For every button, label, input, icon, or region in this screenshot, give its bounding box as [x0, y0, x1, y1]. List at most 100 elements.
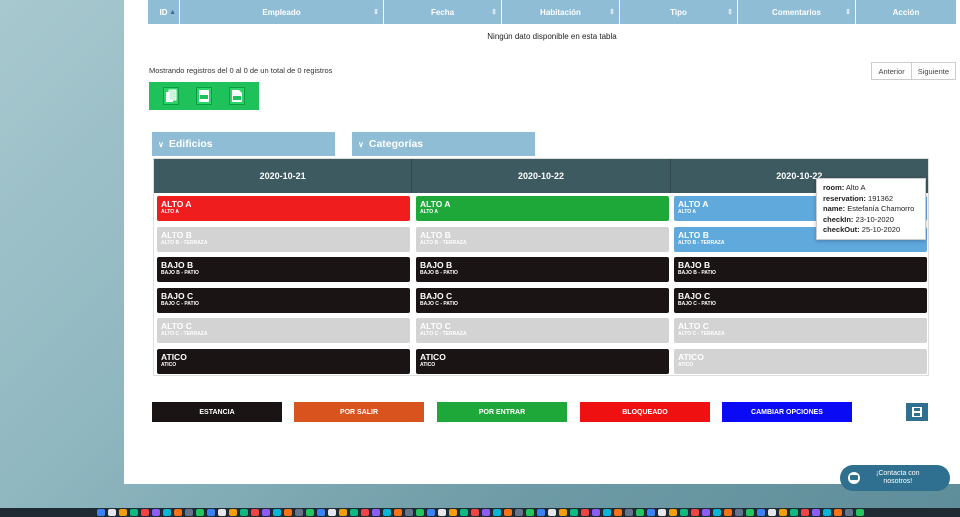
dock-app-icon[interactable]	[646, 509, 655, 516]
next-page-button[interactable]: Siguiente	[911, 62, 956, 80]
dock-app-icon[interactable]	[316, 509, 325, 516]
dock-app-icon[interactable]	[547, 509, 556, 516]
dock-app-icon[interactable]	[118, 509, 127, 516]
dock-app-icon[interactable]	[184, 509, 193, 516]
dock-app-icon[interactable]	[448, 509, 457, 516]
dock-app-icon[interactable]	[360, 509, 369, 516]
dock-app-icon[interactable]	[283, 509, 292, 516]
room-cell[interactable]: ATICO ATICO	[416, 349, 669, 374]
dock-app-icon[interactable]	[294, 509, 303, 516]
dock-app-icon[interactable]	[404, 509, 413, 516]
buildings-filter[interactable]: ∨ Edificios	[152, 132, 335, 156]
col-empleado[interactable]: Empleado ⇕	[180, 0, 384, 24]
dock-app-icon[interactable]	[525, 509, 534, 516]
dock-app-icon[interactable]	[217, 509, 226, 516]
dock-app-icon[interactable]	[195, 509, 204, 516]
dock-app-icon[interactable]	[327, 509, 336, 516]
dock-app-icon[interactable]	[426, 509, 435, 516]
dock-app-icon[interactable]	[107, 509, 116, 516]
room-cell[interactable]: BAJO B BAJO B - PATIO	[157, 257, 410, 282]
dock-app-icon[interactable]	[690, 509, 699, 516]
room-cell[interactable]: BAJO C BAJO C - PATIO	[674, 288, 927, 313]
room-cell[interactable]: ATICO ATICO	[157, 349, 410, 374]
room-cell[interactable]: BAJO B BAJO B - PATIO	[416, 257, 669, 282]
col-comentarios[interactable]: Comentarios ⇕	[738, 0, 856, 24]
dock-app-icon[interactable]	[745, 509, 754, 516]
copy-icon[interactable]	[163, 87, 180, 105]
room-cell[interactable]: ALTO A ALTO A	[416, 196, 669, 221]
dock-app-icon[interactable]	[800, 509, 809, 516]
room-cell[interactable]: ALTO C ALTO C - TERRAZA	[157, 318, 410, 343]
dock-app-icon[interactable]	[272, 509, 281, 516]
dock-app-icon[interactable]	[481, 509, 490, 516]
change-options-button[interactable]: CAMBIAR OPCIONES	[722, 402, 852, 422]
dock-app-icon[interactable]	[250, 509, 259, 516]
dock-app-icon[interactable]	[129, 509, 138, 516]
room-cell[interactable]: ALTO B ALTO B - TERRAZA	[416, 227, 669, 252]
dock-app-icon[interactable]	[239, 509, 248, 516]
dock-app-icon[interactable]	[613, 509, 622, 516]
dock-app-icon[interactable]	[261, 509, 270, 516]
dock-app-icon[interactable]	[536, 509, 545, 516]
dock-app-icon[interactable]	[305, 509, 314, 516]
dock-app-icon[interactable]	[591, 509, 600, 516]
dock-app-icon[interactable]	[602, 509, 611, 516]
dock-app-icon[interactable]	[811, 509, 820, 516]
dock-app-icon[interactable]	[459, 509, 468, 516]
dock-app-icon[interactable]	[470, 509, 479, 516]
dock-app-icon[interactable]	[140, 509, 149, 516]
dock-app-icon[interactable]	[371, 509, 380, 516]
dock-app-icon[interactable]	[96, 509, 105, 516]
room-cell[interactable]: ALTO C ALTO C - TERRAZA	[674, 318, 927, 343]
dock-app-icon[interactable]	[668, 509, 677, 516]
col-fecha[interactable]: Fecha ⇕	[384, 0, 502, 24]
dock-app-icon[interactable]	[778, 509, 787, 516]
save-button[interactable]	[906, 403, 928, 421]
dock-app-icon[interactable]	[349, 509, 358, 516]
dock-app-icon[interactable]	[382, 509, 391, 516]
dock-app-icon[interactable]	[393, 509, 402, 516]
categories-filter[interactable]: ∨ Categorías	[352, 132, 535, 156]
dock-app-icon[interactable]	[657, 509, 666, 516]
dock-app-icon[interactable]	[789, 509, 798, 516]
col-id[interactable]: ID ▲	[148, 0, 180, 24]
dock-app-icon[interactable]	[437, 509, 446, 516]
dock-app-icon[interactable]	[679, 509, 688, 516]
dock-app-icon[interactable]	[173, 509, 182, 516]
dock-app-icon[interactable]	[723, 509, 732, 516]
dock-app-icon[interactable]	[734, 509, 743, 516]
dock-app-icon[interactable]	[558, 509, 567, 516]
dock-app-icon[interactable]	[767, 509, 776, 516]
dock-app-icon[interactable]	[206, 509, 215, 516]
dock-app-icon[interactable]	[162, 509, 171, 516]
dock-app-icon[interactable]	[580, 509, 589, 516]
dock-app-icon[interactable]	[635, 509, 644, 516]
dock-app-icon[interactable]	[822, 509, 831, 516]
dock-app-icon[interactable]	[338, 509, 347, 516]
pdf-icon[interactable]	[228, 87, 245, 105]
excel-icon[interactable]	[195, 87, 212, 105]
dock-app-icon[interactable]	[569, 509, 578, 516]
dock-app-icon[interactable]	[844, 509, 853, 516]
dock-app-icon[interactable]	[514, 509, 523, 516]
dock-app-icon[interactable]	[503, 509, 512, 516]
dock-app-icon[interactable]	[855, 509, 864, 516]
dock-app-icon[interactable]	[833, 509, 842, 516]
dock-app-icon[interactable]	[624, 509, 633, 516]
room-cell[interactable]: BAJO C BAJO C - PATIO	[157, 288, 410, 313]
dock-app-icon[interactable]	[492, 509, 501, 516]
col-tipo[interactable]: Tipo ⇕	[620, 0, 738, 24]
col-habitacion[interactable]: Habitación ⇕	[502, 0, 620, 24]
prev-page-button[interactable]: Anterior	[871, 62, 912, 80]
dock-app-icon[interactable]	[228, 509, 237, 516]
room-cell[interactable]: ALTO C ALTO C - TERRAZA	[416, 318, 669, 343]
dock-app-icon[interactable]	[756, 509, 765, 516]
room-cell[interactable]: ALTO B ALTO B - TERRAZA	[157, 227, 410, 252]
room-cell[interactable]: BAJO C BAJO C - PATIO	[416, 288, 669, 313]
dock-app-icon[interactable]	[712, 509, 721, 516]
dock-app-icon[interactable]	[151, 509, 160, 516]
room-cell[interactable]: BAJO B BAJO B - PATIO	[674, 257, 927, 282]
dock-app-icon[interactable]	[701, 509, 710, 516]
room-cell[interactable]: ALTO A ALTO A	[157, 196, 410, 221]
contact-us-button[interactable]: ¡Contacta con nosotros!	[840, 465, 950, 491]
